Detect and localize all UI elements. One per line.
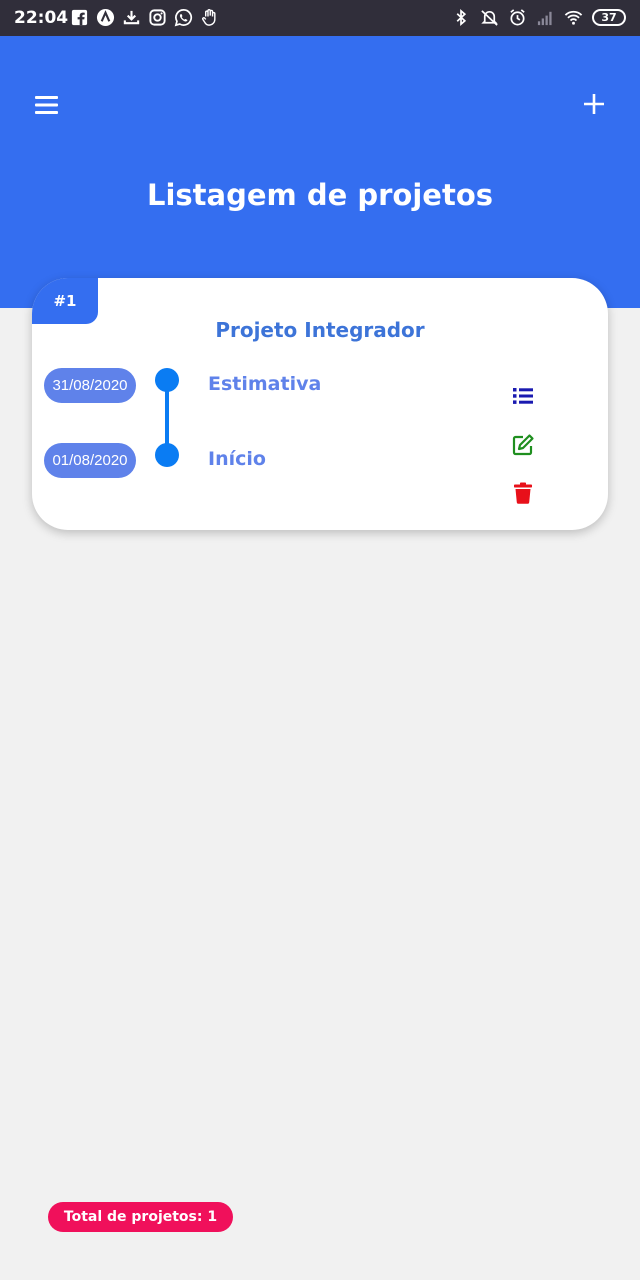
project-title: Projeto Integrador bbox=[215, 318, 425, 342]
estimate-date-pill: 31/08/2020 bbox=[44, 368, 136, 403]
instagram-icon bbox=[149, 9, 166, 26]
add-project-icon[interactable] bbox=[582, 92, 606, 116]
menu-icon[interactable] bbox=[34, 94, 60, 116]
timeline-label-estimate: Estimativa bbox=[208, 373, 322, 395]
signal-icon bbox=[537, 11, 552, 26]
total-projects-badge: Total de projetos: 1 bbox=[48, 1202, 233, 1232]
nav-icon bbox=[96, 8, 115, 27]
mute-icon bbox=[481, 10, 498, 26]
timeline-dot-start bbox=[155, 443, 179, 467]
notification-icons bbox=[70, 8, 219, 27]
wifi-icon bbox=[564, 10, 583, 25]
system-icons: 37 bbox=[452, 8, 626, 27]
list-icon[interactable] bbox=[511, 384, 535, 408]
status-bar: 22:04 37 bbox=[0, 0, 640, 36]
delete-icon[interactable] bbox=[511, 481, 535, 505]
status-time: 22:04 bbox=[14, 8, 69, 28]
alarm-icon bbox=[510, 9, 525, 26]
battery-indicator: 37 bbox=[592, 9, 626, 26]
download-icon bbox=[123, 10, 140, 25]
whatsapp-icon bbox=[174, 9, 193, 27]
timeline-label-start: Início bbox=[208, 448, 266, 470]
edit-icon[interactable] bbox=[511, 433, 535, 457]
start-date-pill: 01/08/2020 bbox=[44, 443, 136, 478]
hand-icon bbox=[202, 9, 216, 26]
facebook-icon bbox=[71, 9, 88, 26]
app-header: Listagem de projetos bbox=[0, 36, 640, 308]
page-title: Listagem de projetos bbox=[146, 178, 494, 212]
project-card: #1 Projeto Integrador 31/08/2020 01/08/2… bbox=[32, 278, 608, 530]
bluetooth-icon bbox=[456, 8, 467, 27]
